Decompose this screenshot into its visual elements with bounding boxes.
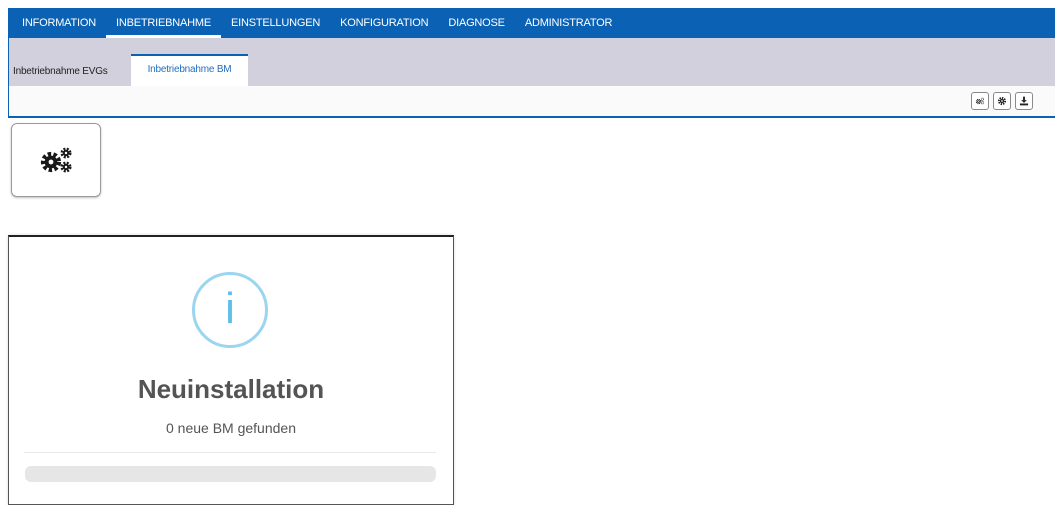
dialog-title: Neuinstallation [137,374,325,404]
progress-bar [25,466,436,482]
nav-information[interactable]: INFORMATION [8,8,106,38]
tab-inbetriebnahme-evgs[interactable]: Inbetriebnahme EVGs [13,66,108,77]
dialog-message: 0 neue BM gefunden [166,420,296,436]
nav-diagnose[interactable]: DIAGNOSE [438,8,514,38]
nav-administrator[interactable]: ADMINISTRATOR [515,8,622,38]
tab-inbetriebnahme-bm[interactable]: Inbetriebnahme BM [131,54,248,86]
subtab-bar: Inbetriebnahme EVGs Inbetriebnahme BM [8,38,1055,86]
nav-konfiguration[interactable]: KONFIGURATION [330,8,438,38]
info-icon-glyph: i [225,284,235,333]
toolbar-settings-button[interactable] [993,92,1011,110]
dialog-divider [24,452,436,453]
gear-icon [997,96,1007,106]
toolbar-gears-button[interactable] [971,92,989,110]
download-icon [1019,96,1029,106]
toolbar-download-button[interactable] [1015,92,1033,110]
gears-icon [40,147,72,173]
configure-gears-button[interactable] [11,123,101,197]
toolbar [8,86,1055,118]
info-dialog: i Neuinstallation 0 neue BM gefunden [8,235,454,505]
nav-einstellungen[interactable]: EINSTELLUNGEN [221,8,330,38]
top-navigation: INFORMATION INBETRIEBNAHME EINSTELLUNGEN… [8,8,1055,38]
info-icon: i [192,272,268,348]
gears-icon [975,97,985,105]
nav-inbetriebnahme[interactable]: INBETRIEBNAHME [105,8,221,38]
